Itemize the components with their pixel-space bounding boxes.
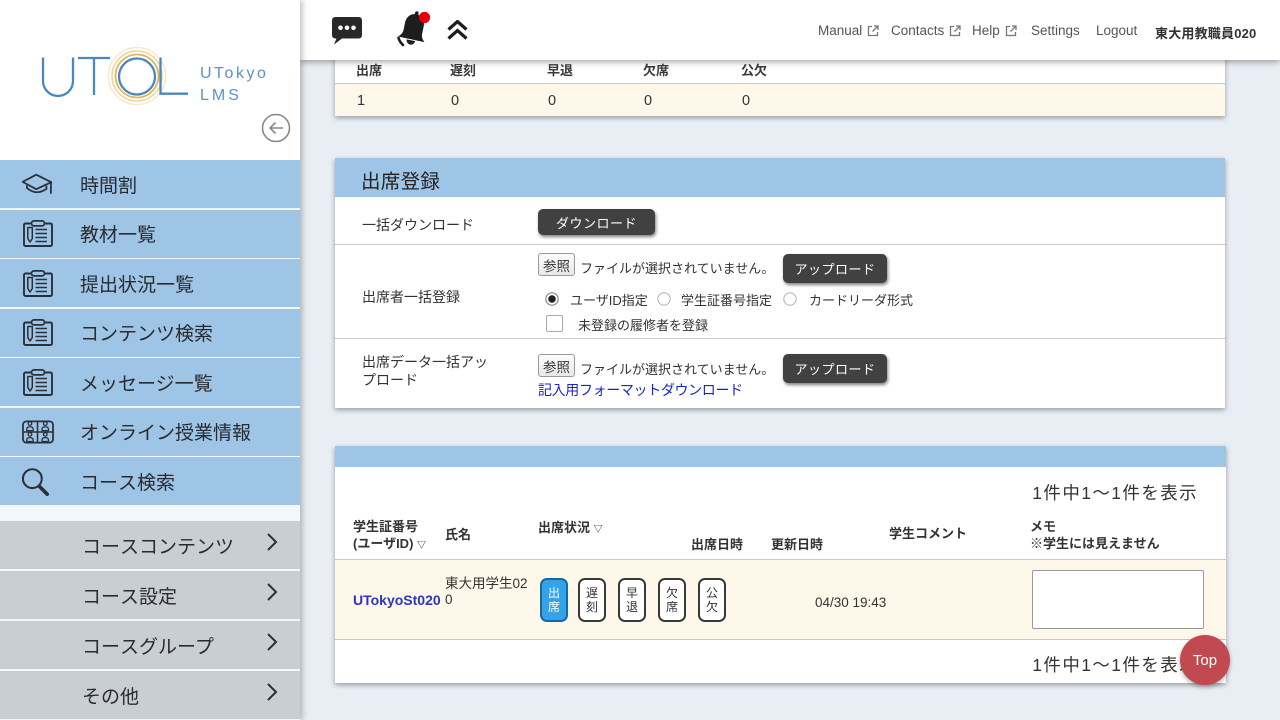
svg-text:LMS: LMS xyxy=(200,87,242,104)
svg-text:UTokyo: UTokyo xyxy=(200,65,268,82)
